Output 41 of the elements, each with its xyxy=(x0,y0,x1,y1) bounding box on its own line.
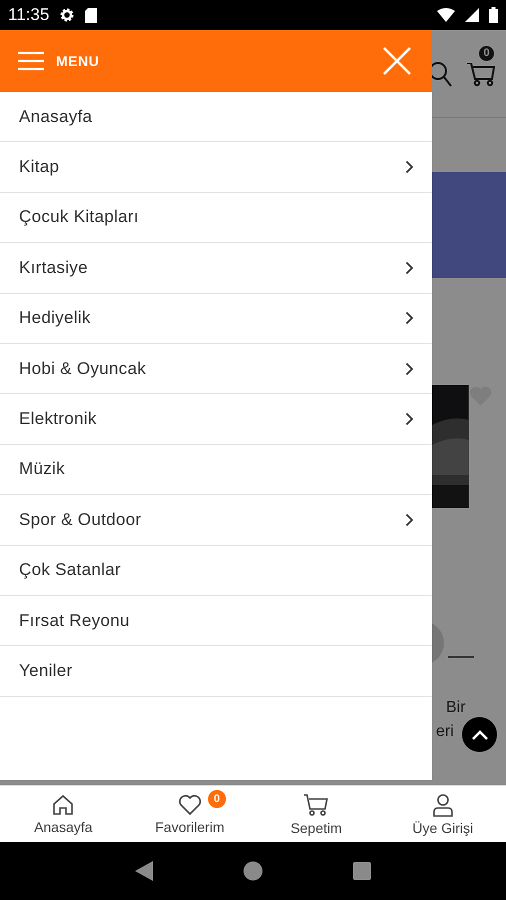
chevron-icon xyxy=(405,412,414,426)
menu-item[interactable]: Hediyelik xyxy=(0,294,432,344)
menu-item[interactable]: Anasayfa xyxy=(0,92,432,142)
chevron-icon xyxy=(405,260,414,275)
cart-icon xyxy=(303,792,330,816)
product-title: eri xyxy=(436,722,454,742)
home-button-icon[interactable] xyxy=(243,861,263,881)
user-icon xyxy=(432,792,454,816)
menu-item[interactable]: Spor & Outdoor xyxy=(0,495,432,546)
chevron-icon xyxy=(405,512,414,527)
menu-item[interactable]: Fırsat Reyonu xyxy=(0,596,432,646)
close-icon[interactable] xyxy=(382,46,412,76)
chevron-up-icon xyxy=(470,728,488,740)
scroll-top-button[interactable] xyxy=(462,717,497,752)
menu-item[interactable]: Çok Satanlar xyxy=(0,546,432,596)
wifi-icon xyxy=(437,8,455,22)
home-icon xyxy=(52,794,74,816)
menu-item[interactable]: Müzik xyxy=(0,444,432,496)
cart-badge: 0 xyxy=(479,46,494,61)
heart-icon[interactable] xyxy=(468,385,492,407)
back-icon[interactable] xyxy=(135,861,153,881)
chevron-icon xyxy=(405,311,414,326)
gear-icon xyxy=(59,7,76,23)
menu-item[interactable]: Çocuk Kitapları xyxy=(0,192,432,244)
cart-icon[interactable] xyxy=(466,63,496,87)
chevron-icon xyxy=(405,362,414,376)
menu-item[interactable]: Yeniler xyxy=(0,646,432,697)
heart-icon xyxy=(178,794,202,816)
menu-title: MENU xyxy=(56,53,100,69)
menu-icon[interactable] xyxy=(18,51,44,71)
status-time: 11:35 xyxy=(8,5,50,25)
product-title: Bir xyxy=(446,698,466,718)
menu-item[interactable]: Kırtasiye xyxy=(0,243,432,294)
sd-card-icon xyxy=(85,8,98,22)
menu-item[interactable]: Kitap xyxy=(0,142,432,193)
battery-icon xyxy=(489,7,498,23)
menu-item[interactable]: Elektronik xyxy=(0,394,432,445)
count-badge: 0 xyxy=(208,790,226,808)
signal-icon xyxy=(465,8,479,22)
menu-item[interactable]: Hobi & Oyuncak xyxy=(0,344,432,394)
chevron-icon xyxy=(405,160,414,174)
